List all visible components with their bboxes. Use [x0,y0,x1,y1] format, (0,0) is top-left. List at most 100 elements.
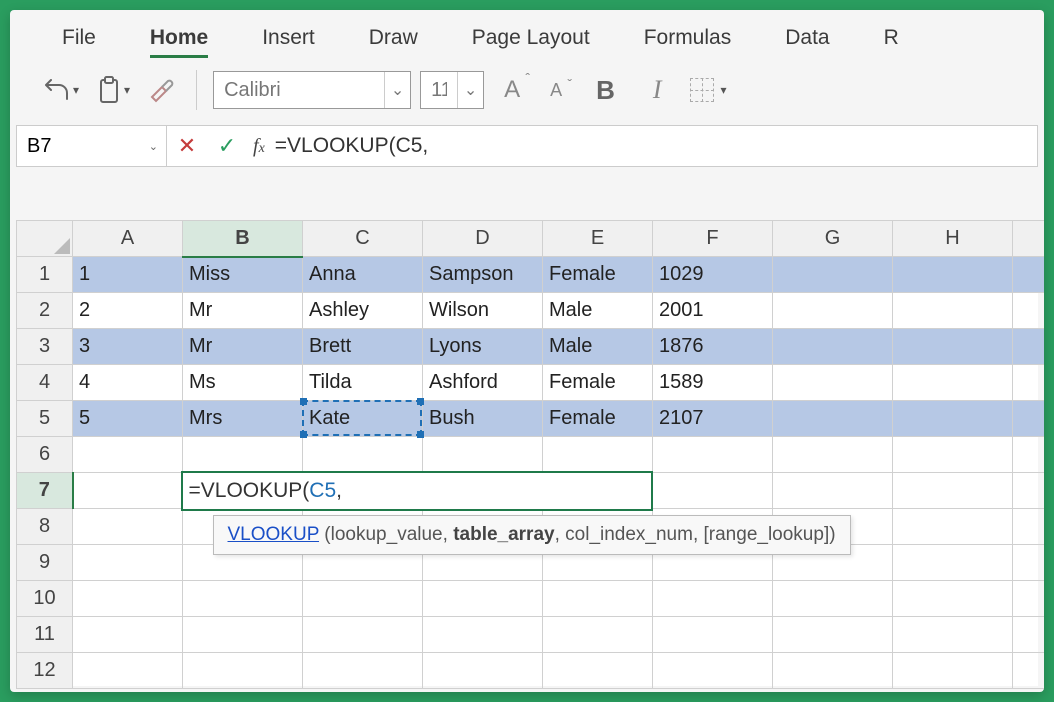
cell-A4[interactable]: 4 [73,365,183,401]
row-header-5[interactable]: 5 [17,401,73,437]
cell-I6[interactable] [1013,437,1045,473]
cell-I3[interactable] [1013,329,1045,365]
cell-B4[interactable]: Ms [183,365,303,401]
row-header-10[interactable]: 10 [17,581,73,617]
column-header-C[interactable]: C [303,221,423,257]
tab-insert[interactable]: Insert [240,16,337,60]
cell-I12[interactable] [1013,653,1045,689]
cell-D10[interactable] [423,581,543,617]
cell-G4[interactable] [773,365,893,401]
italic-button[interactable]: I [639,75,676,105]
select-all-cell[interactable] [17,221,73,257]
enter-button[interactable]: ✓ [207,126,247,166]
cell-A7[interactable] [73,473,183,509]
cancel-button[interactable]: ✕ [167,126,207,166]
cell-E2[interactable]: Male [543,293,653,329]
cell-C5[interactable]: Kate [303,401,423,437]
cell-I5[interactable] [1013,401,1045,437]
cell-E11[interactable] [543,617,653,653]
cell-I11[interactable] [1013,617,1045,653]
cell-F3[interactable]: 1876 [653,329,773,365]
column-header-H[interactable]: H [893,221,1013,257]
cell-E10[interactable] [543,581,653,617]
cell-H1[interactable] [893,257,1013,293]
cell-I9[interactable] [1013,545,1045,581]
formula-input[interactable] [271,134,1037,158]
cell-editor[interactable]: =VLOOKUP(C5, [181,471,653,511]
cell-E3[interactable]: Male [543,329,653,365]
row-header-3[interactable]: 3 [17,329,73,365]
cell-I10[interactable] [1013,581,1045,617]
row-header-7[interactable]: 7 [17,473,73,509]
cell-B3[interactable]: Mr [183,329,303,365]
column-header-E[interactable]: E [543,221,653,257]
cell-H6[interactable] [893,437,1013,473]
cell-E1[interactable]: Female [543,257,653,293]
chevron-down-icon[interactable]: ⌄ [149,140,158,153]
paste-button[interactable]: ▾ [93,72,134,108]
row-header-2[interactable]: 2 [17,293,73,329]
cell-H3[interactable] [893,329,1013,365]
cell-H12[interactable] [893,653,1013,689]
cell-G2[interactable] [773,293,893,329]
name-box[interactable]: B7 ⌄ [17,126,167,166]
cell-I1[interactable] [1013,257,1045,293]
cell-B5[interactable]: Mrs [183,401,303,437]
cell-F10[interactable] [653,581,773,617]
tab-r[interactable]: R [862,16,921,60]
tab-formulas[interactable]: Formulas [622,16,754,60]
cell-I7[interactable] [1013,473,1045,509]
cell-E4[interactable]: Female [543,365,653,401]
function-help-link[interactable]: VLOOKUP [228,524,320,545]
cell-A5[interactable]: 5 [73,401,183,437]
format-painter-button[interactable] [144,73,180,107]
row-header-11[interactable]: 11 [17,617,73,653]
fx-icon[interactable]: fx [253,135,265,158]
cell-H11[interactable] [893,617,1013,653]
cell-F4[interactable]: 1589 [653,365,773,401]
font-name-input[interactable] [214,72,384,108]
cell-I4[interactable] [1013,365,1045,401]
borders-button[interactable]: ▾ [686,74,731,106]
cell-H2[interactable] [893,293,1013,329]
cell-H5[interactable] [893,401,1013,437]
cell-B1[interactable]: Miss [183,257,303,293]
cell-H8[interactable] [893,509,1013,545]
cell-C12[interactable] [303,653,423,689]
cell-A9[interactable] [73,545,183,581]
cell-F2[interactable]: 2001 [653,293,773,329]
cell-H4[interactable] [893,365,1013,401]
cell-D1[interactable]: Sampson [423,257,543,293]
row-header-12[interactable]: 12 [17,653,73,689]
tab-data[interactable]: Data [763,16,851,60]
cell-G7[interactable] [773,473,893,509]
cell-E6[interactable] [543,437,653,473]
cell-B6[interactable] [183,437,303,473]
column-header-extra[interactable] [1013,221,1045,257]
font-size-selector[interactable]: ⌄ [420,71,484,109]
cell-B10[interactable] [183,581,303,617]
cell-G11[interactable] [773,617,893,653]
undo-button[interactable]: ▾ [40,75,83,105]
tab-file[interactable]: File [40,16,118,60]
cell-C6[interactable] [303,437,423,473]
decrease-font-button[interactable]: A [540,80,572,101]
cell-A11[interactable] [73,617,183,653]
cell-A10[interactable] [73,581,183,617]
column-header-G[interactable]: G [773,221,893,257]
cell-C4[interactable]: Tilda [303,365,423,401]
row-header-4[interactable]: 4 [17,365,73,401]
cell-G12[interactable] [773,653,893,689]
spreadsheet-grid[interactable]: ABCDEFGH 11MissAnnaSampsonFemale102922Mr… [16,220,1038,686]
tab-home[interactable]: Home [128,16,230,60]
column-header-B[interactable]: B [183,221,303,257]
bold-button[interactable]: B [582,75,629,106]
cell-A8[interactable] [73,509,183,545]
cell-I8[interactable] [1013,509,1045,545]
cell-G5[interactable] [773,401,893,437]
cell-A3[interactable]: 3 [73,329,183,365]
cell-C1[interactable]: Anna [303,257,423,293]
cell-I2[interactable] [1013,293,1045,329]
cell-A1[interactable]: 1 [73,257,183,293]
column-header-D[interactable]: D [423,221,543,257]
